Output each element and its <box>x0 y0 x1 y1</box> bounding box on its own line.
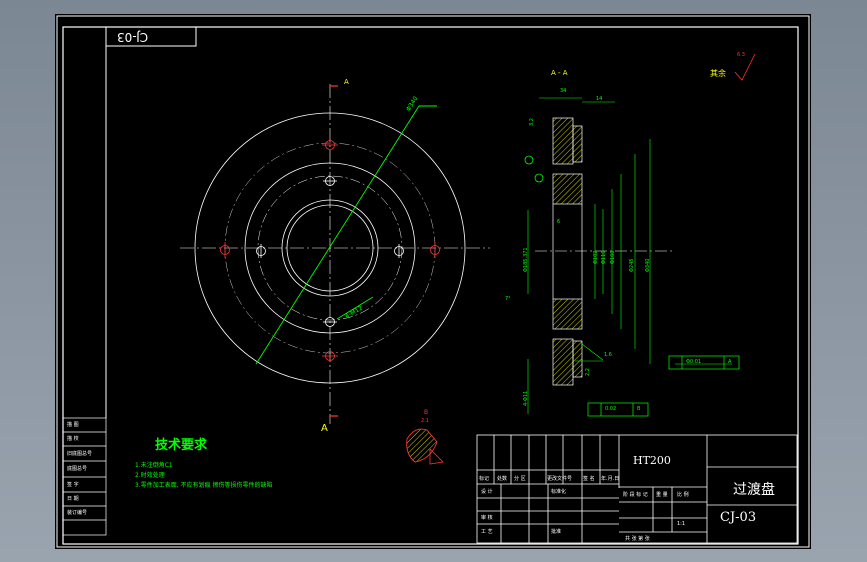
dim-4-d11: 4-Φ11 <box>523 390 529 406</box>
tech-title: 技术要求 <box>155 438 208 453</box>
tech-item-2: 2.时效处理 <box>135 472 165 479</box>
drawing-frame: CJ-03 A A Φ340 4-M12 A - A 34 14 3.2 6 Φ… <box>55 14 811 549</box>
detail-label: B <box>424 409 429 416</box>
dim-34: 34 <box>560 88 567 94</box>
role-process: 工 艺 <box>481 529 493 535</box>
hdr-count: 处数 <box>497 476 508 482</box>
tol-ref-b: B <box>637 406 641 412</box>
dim-1-6: 1.6 <box>604 352 612 358</box>
tech-item-3: 3.零件加工表面, 不应有划痕 擦伤等损伤零件的缺陷 <box>135 482 273 489</box>
tol-runout: 0.02 <box>605 406 617 412</box>
hdr-mark: 标记 <box>479 476 490 482</box>
left-block-7: 装订编号 <box>67 510 88 516</box>
sheet-info: 共 张 第 张 <box>625 536 650 542</box>
roughness-value: 6.3 <box>737 52 745 58</box>
scale: 1:1 <box>677 521 686 527</box>
weight-header: 重 量 <box>656 492 668 498</box>
dim-d102: Φ102 <box>593 250 599 264</box>
tech-item-1: 1.未注倒角C1 <box>135 462 173 469</box>
dim-14: 14 <box>596 96 603 102</box>
drawing-number: CJ-03 <box>720 510 757 525</box>
approve-label: 批准 <box>551 529 562 535</box>
std-label: 标准化 <box>551 489 567 495</box>
dim-3-2: 3.2 <box>529 118 535 126</box>
dim-d185: Φ185.371 <box>523 247 529 272</box>
hdr-date: 年.月.日 <box>601 476 620 482</box>
tol-ref-a: A <box>728 359 732 365</box>
dim-d245: Φ245 <box>629 258 635 272</box>
section-title: A - A <box>551 69 568 77</box>
role-design: 设 计 <box>481 489 493 495</box>
left-block-5: 签 字 <box>67 482 79 488</box>
scale-header: 比 例 <box>677 492 689 498</box>
stamp-text: CJ-03 <box>117 30 149 44</box>
left-block-3: 旧底图总号 <box>67 451 93 457</box>
left-block-4: 底图总号 <box>67 466 88 472</box>
front-view <box>180 84 490 424</box>
detail-scale: 2:1 <box>421 418 430 424</box>
hdr-doc: 更改文件号 <box>547 476 573 482</box>
section-cut-label-top: A <box>344 78 349 86</box>
part-name: 过渡盘 <box>733 482 775 498</box>
dim-2-2: 2.2 <box>585 368 591 376</box>
hdr-sign: 签 名 <box>583 476 595 482</box>
left-block-1: 描 图 <box>67 422 79 428</box>
material: HT200 <box>633 454 671 467</box>
inner-border <box>62 26 799 545</box>
roughness-other: 其余 <box>710 69 726 78</box>
hdr-zone: 分 区 <box>514 476 526 482</box>
stage-header: 阶 段 标 记 <box>623 492 648 498</box>
dim-d160: Φ160 <box>610 250 616 264</box>
dim-angle: 7° <box>505 296 511 302</box>
tol-position: Φ0.01 <box>686 359 702 365</box>
dim-c6: 6 <box>557 219 561 225</box>
detail-view <box>406 428 444 465</box>
role-check: 审 核 <box>481 515 493 521</box>
left-block-6: 日 期 <box>67 496 79 502</box>
section-cut-label-bottom: A <box>321 423 328 434</box>
dim-d340-section: Φ340 <box>645 258 651 272</box>
left-block-2: 描 校 <box>67 436 79 442</box>
dim-d110: Φ110 <box>601 250 607 264</box>
section-view <box>524 97 740 417</box>
